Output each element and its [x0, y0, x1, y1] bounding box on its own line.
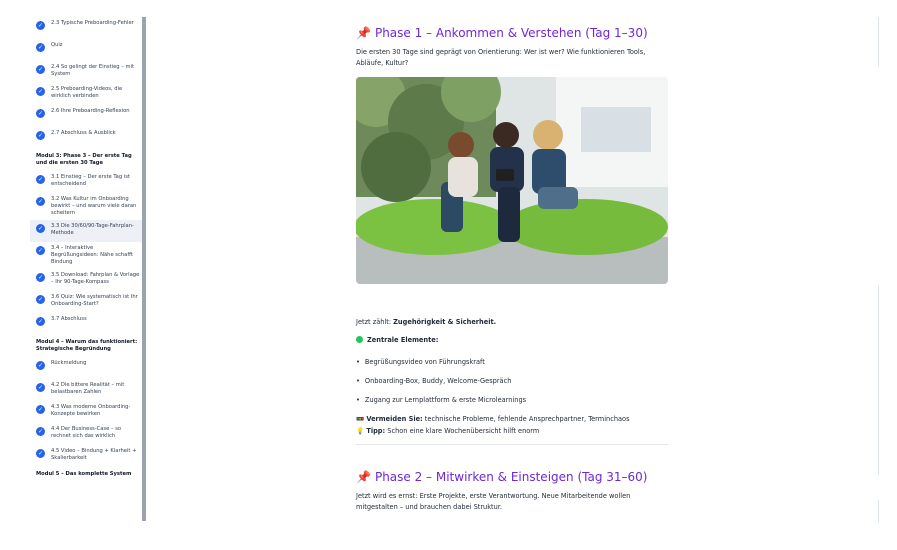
- sidebar-lesson-label: 3.5 Download: Fahrplan & Vorlage – Ihr 9…: [51, 272, 140, 285]
- completed-check-icon: ✓: [36, 87, 45, 96]
- sidebar-lesson-label: 3.2 Was Kultur im Onboarding bewirkt – u…: [51, 196, 137, 216]
- list-item: Begrüßungsvideo von Führungskraft: [356, 358, 485, 366]
- module-heading[interactable]: Modul 3: Phase 3 – Der erste Tag und die…: [30, 149, 142, 171]
- team-photo: [356, 77, 668, 284]
- completed-check-icon: ✓: [36, 197, 45, 206]
- completed-check-icon: ✓: [36, 273, 45, 282]
- sidebar-lesson-label: 2.7 Abschluss & Ausblick: [51, 130, 116, 136]
- completed-check-icon: ✓: [36, 361, 45, 370]
- list-item: Zugang zur Lernplattform & erste Microle…: [356, 396, 526, 404]
- sidebar-lesson-label: 4.5 Video – Bindung + Klarheit + Skalier…: [51, 448, 137, 461]
- sidebar-lesson-item[interactable]: ✓ 4.3 Was moderne Onboarding-Konzepte bew…: [30, 401, 142, 423]
- sidebar-lesson-item[interactable]: ✓ 3.2 Was Kultur im Onboarding bewirkt – …: [30, 193, 142, 220]
- sidebar-lesson-item[interactable]: ✓ 3.7 Abschluss: [30, 313, 142, 335]
- sidebar-lesson-label: 3.4 – Interaktive Begrüßungsideen: Nähe …: [51, 245, 133, 265]
- sidebar-lesson-item[interactable]: ✓ 2.7 Abschluss & Ausblick: [30, 127, 142, 149]
- sidebar-lesson-label: Quiz: [51, 42, 63, 48]
- phase2-title: Phase 2 – Mitwirken & Einsteigen (Tag 31…: [374, 470, 648, 484]
- sidebar-lesson-item[interactable]: ✓ 2.6 Ihre Preboarding-Reflexion: [30, 105, 142, 127]
- completed-check-icon: ✓: [36, 383, 45, 392]
- green-dot-icon: [356, 336, 363, 343]
- phase1-heading: 📌 Phase 1 – Ankommen & Verstehen (Tag 1–3…: [356, 26, 676, 40]
- sidebar-lesson-item[interactable]: ✓ 3.3 Die 30/60/90-Tage-Fahrplan-Methode: [30, 220, 142, 242]
- sidebar-lesson-item[interactable]: ✓ 4.4 Der Business-Case – so rechnet sich…: [30, 423, 142, 445]
- counts-line: Jetzt zählt: Zugehörigkeit & Sicherheit.: [356, 318, 497, 326]
- phase2-heading: 📌 Phase 2 – Mitwirken & Einsteigen (Tag 3…: [356, 470, 676, 484]
- warning-icon: 🚥: [356, 415, 365, 423]
- sidebar-lesson-label: 3.1 Einstieg – Der erste Tag ist entsche…: [51, 174, 130, 187]
- sidebar-lesson-item[interactable]: ✓ 2.3 Typische Preboarding-Fehler: [30, 17, 142, 39]
- right-edge-line: [878, 500, 879, 522]
- lightbulb-icon: 💡: [356, 427, 365, 435]
- completed-check-icon: ✓: [36, 109, 45, 118]
- completed-check-icon: ✓: [36, 405, 45, 414]
- right-edge-line: [878, 17, 879, 67]
- pin-icon: 📌: [356, 470, 371, 484]
- sidebar-lesson-label: 4.3 Was moderne Onboarding-Konzepte bewi…: [51, 404, 131, 417]
- sidebar-lesson-label: 3.7 Abschluss: [51, 316, 87, 322]
- sidebar-lesson-label: 4.2 Die bittere Realität – mit belastbar…: [51, 382, 125, 395]
- completed-check-icon: ✓: [36, 131, 45, 140]
- completed-check-icon: ✓: [36, 246, 45, 255]
- avoid-line: 🚥 Vermeiden Sie: technische Probleme, fe…: [356, 415, 630, 423]
- completed-check-icon: ✓: [36, 21, 45, 30]
- module-heading[interactable]: Modul 4 – Warum das funktioniert: Strate…: [30, 335, 142, 357]
- team-photo-illustration: [356, 77, 668, 284]
- right-edge-line: [878, 285, 879, 475]
- course-sidebar: ✓ 2.3 Typische Preboarding-Fehler ✓ Quiz ✓ 2.…: [30, 17, 142, 521]
- sidebar-lesson-item[interactable]: ✓ 2.5 Preboarding-Videos, die wirklich ve…: [30, 83, 142, 105]
- sidebar-lesson-label: 3.6 Quiz: Wie systematisch ist Ihr Onboa…: [51, 294, 138, 307]
- phase2-intro: Jetzt wird es ernst: Erste Projekte, ers…: [356, 492, 631, 511]
- sidebar-lesson-item[interactable]: ✓ 3.5 Download: Fahrplan & Vorlage – Ihr …: [30, 269, 142, 291]
- sidebar-lesson-label: Rückmeldung: [51, 360, 87, 366]
- sidebar-lesson-item[interactable]: ✓ 3.4 – Interaktive Begrüßungsideen: Nähe…: [30, 242, 142, 269]
- sidebar-lesson-item[interactable]: ✓ Quiz: [30, 39, 142, 61]
- divider: [356, 444, 668, 445]
- completed-check-icon: ✓: [36, 224, 45, 233]
- sidebar-lesson-label: 2.4 So gelingt der Einstieg – mit System: [51, 64, 134, 77]
- sidebar-lesson-item[interactable]: ✓ 2.4 So gelingt der Einstieg – mit Syste…: [30, 61, 142, 83]
- elements-heading: Zentrale Elemente:: [356, 335, 438, 346]
- pin-icon: 📌: [356, 26, 371, 40]
- sidebar-lesson-item[interactable]: ✓ Rückmeldung: [30, 357, 142, 379]
- sidebar-scrollbar[interactable]: [142, 17, 146, 521]
- completed-check-icon: ✓: [36, 317, 45, 326]
- sidebar-lesson-item[interactable]: ✓ 4.5 Video – Bindung + Klarheit + Skalie…: [30, 445, 142, 467]
- phase1-title: Phase 1 – Ankommen & Verstehen (Tag 1–30…: [374, 26, 648, 40]
- sidebar-lesson-label: 4.4 Der Business-Case – so rechnet sich …: [51, 426, 122, 439]
- completed-check-icon: ✓: [36, 427, 45, 436]
- completed-check-icon: ✓: [36, 295, 45, 304]
- completed-check-icon: ✓: [36, 175, 45, 184]
- completed-check-icon: ✓: [36, 65, 45, 74]
- phase1-intro: Die ersten 30 Tage sind geprägt von Orie…: [356, 48, 646, 67]
- completed-check-icon: ✓: [36, 43, 45, 52]
- completed-check-icon: ✓: [36, 449, 45, 458]
- sidebar-lesson-label: 3.3 Die 30/60/90-Tage-Fahrplan-Methode: [51, 223, 134, 236]
- sidebar-lesson-item[interactable]: ✓ 3.6 Quiz: Wie systematisch ist Ihr Onbo…: [30, 291, 142, 313]
- tip-line: 💡 Tipp: Schon eine klare Wochenübersicht…: [356, 427, 540, 435]
- list-item: Onboarding-Box, Buddy, Welcome-Gespräch: [356, 377, 512, 385]
- sidebar-lesson-label: 2.6 Ihre Preboarding-Reflexion: [51, 108, 130, 114]
- sidebar-lesson-label: 2.5 Preboarding-Videos, die wirklich ver…: [51, 86, 123, 99]
- module-heading[interactable]: Modul 5 – Das komplette System: [30, 467, 142, 482]
- sidebar-lesson-label: 2.3 Typische Preboarding-Fehler: [51, 20, 134, 26]
- sidebar-lesson-item[interactable]: ✓ 3.1 Einstieg – Der erste Tag ist entsch…: [30, 171, 142, 193]
- sidebar-lesson-item[interactable]: ✓ 4.2 Die bittere Realität – mit belastba…: [30, 379, 142, 401]
